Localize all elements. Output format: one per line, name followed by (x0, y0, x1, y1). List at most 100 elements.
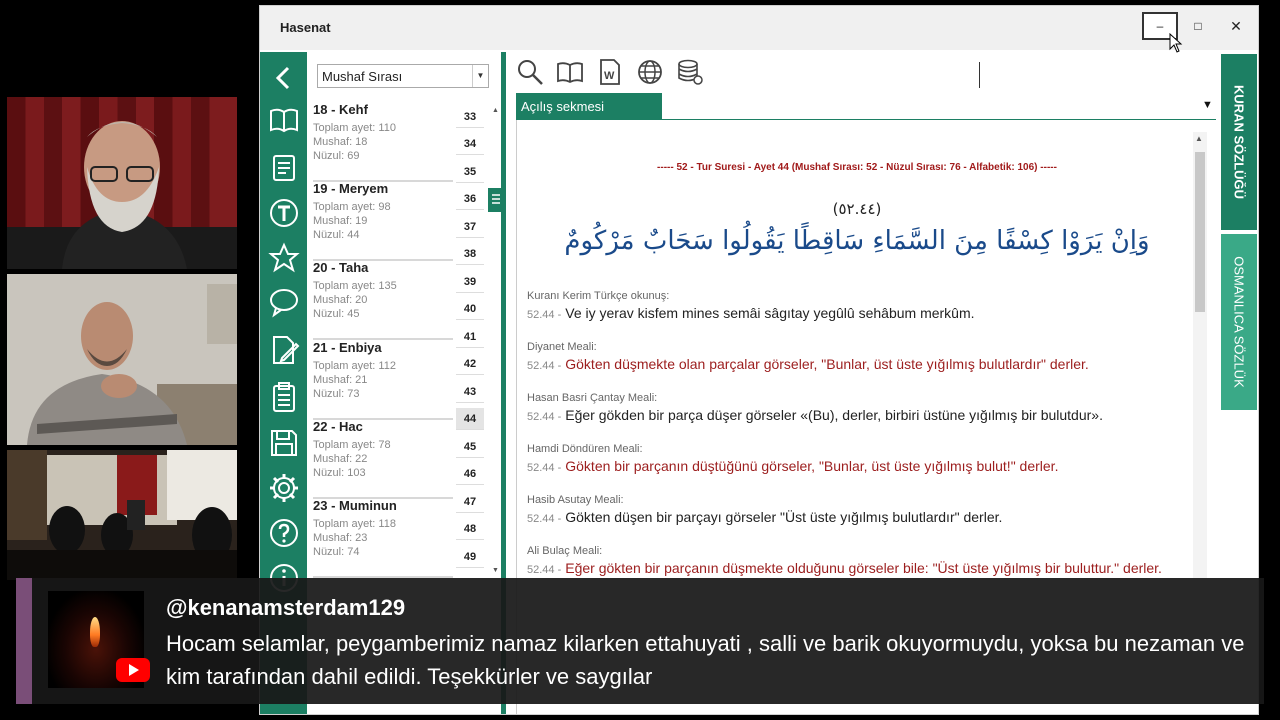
surah-list-item[interactable]: 19 - Meryem Toplam ayet: 98 Mushaf: 19 N… (313, 181, 453, 261)
meal-text: 52.44 - Gökten bir parçanın düştüğünü gör… (527, 457, 1197, 477)
close-icon: ✕ (1230, 17, 1242, 34)
meal-ref: 52.44 - (527, 564, 562, 576)
scroll-up-icon[interactable]: ▲ (1195, 134, 1203, 143)
meal-body: Eğer gökten bir parçanın düşmekte olduğu… (565, 560, 1162, 576)
surah-list-item[interactable]: 22 - Hac Toplam ayet: 78 Mushaf: 22 Nüzu… (313, 419, 453, 499)
meal-body: Ve iy yerav kisfem mines semâi sâgıtay y… (565, 305, 975, 321)
surah-list-item[interactable]: 18 - Kehf Toplam ayet: 110 Mushaf: 18 Nü… (313, 102, 453, 182)
star-icon[interactable] (266, 240, 302, 276)
open-book-icon[interactable] (556, 58, 584, 86)
ayah-number-item[interactable]: 41 (456, 326, 484, 348)
arabic-verse-text: وَاِنْ يَرَوْا كِسْفًا مِنَ السَّمَاءِ س… (564, 226, 1150, 256)
mouse-cursor-icon (1169, 33, 1183, 53)
meal-label: Ali Bulaç Meali: (527, 545, 603, 557)
ayah-number-item[interactable]: 42 (456, 353, 484, 375)
surah-nuzul-order: Nüzul: 73 (313, 388, 360, 400)
save-icon[interactable] (266, 425, 302, 461)
surah-total-ayah: Toplam ayet: 78 (313, 439, 391, 451)
arabic-verse-number: (٥٢.٤٤) (832, 200, 882, 218)
surah-name: 18 - Kehf (313, 102, 368, 117)
book-icon[interactable] (266, 102, 302, 138)
surah-mushaf-order: Mushaf: 21 (313, 374, 368, 386)
meal-text: 52.44 - Eğer gökden bir parça düşer görse… (527, 406, 1197, 426)
surah-name: 22 - Hac (313, 419, 363, 434)
ayah-number-item[interactable]: 39 (456, 271, 484, 293)
meal-text: 52.44 - Ve iy yerav kisfem mines semâi sâ… (527, 304, 1197, 324)
ayah-number-item[interactable]: 43 (456, 381, 484, 403)
help-icon[interactable] (266, 515, 302, 551)
ayah-number-item[interactable]: 37 (456, 216, 484, 238)
close-button[interactable]: ✕ (1218, 12, 1254, 40)
surah-list-item[interactable]: 23 - Muminun Toplam ayet: 118 Mushaf: 23… (313, 498, 453, 578)
meal-label: Hasan Basri Çantay Meali: (527, 392, 658, 404)
chevron-down-icon[interactable]: ▼ (472, 65, 488, 87)
tab-kuran-sozlugu[interactable]: KURAN SÖZLÜĞÜ (1221, 54, 1257, 230)
scroll-up-icon[interactable]: ▲ (492, 107, 499, 114)
clipboard-icon[interactable] (266, 379, 302, 415)
scroll-down-icon[interactable]: ▼ (492, 567, 499, 574)
ayah-number-item[interactable]: 36 (456, 188, 484, 210)
meal-body: Gökten bir parçanın düştüğünü görseler, … (565, 458, 1059, 474)
surah-total-ayah: Toplam ayet: 112 (313, 360, 396, 372)
note-icon[interactable] (266, 150, 302, 186)
webcam-person-1 (7, 121, 237, 269)
ayah-number-item[interactable]: 35 (456, 161, 484, 183)
globe-icon[interactable] (636, 58, 664, 86)
ayah-number-item[interactable]: 34 (456, 133, 484, 155)
tab-dropdown-icon[interactable]: ▼ (1202, 99, 1213, 111)
sort-order-select[interactable]: Mushaf Sırası ▼ (317, 64, 489, 88)
surah-mushaf-order: Mushaf: 23 (313, 532, 368, 544)
meal-ref: 52.44 - (527, 360, 562, 372)
ayah-number-item[interactable]: 33 (456, 106, 484, 128)
tab-label: KURAN SÖZLÜĞÜ (1231, 84, 1247, 200)
title-bar[interactable]: Hasenat – □ ✕ (260, 6, 1258, 50)
ayah-number-item[interactable]: 47 (456, 491, 484, 513)
scrollbar-thumb[interactable] (1195, 152, 1205, 312)
surah-mushaf-order: Mushaf: 22 (313, 453, 368, 465)
ayah-number-item[interactable]: 46 (456, 463, 484, 485)
text-t-icon[interactable] (266, 195, 302, 231)
ayah-number-item[interactable]: 48 (456, 518, 484, 540)
edit-page-icon[interactable] (266, 332, 302, 368)
ayah-number-item[interactable]: 49 (456, 546, 484, 568)
live-chat-overlay: @kenanamsterdam129 Hocam selamlar, peyga… (16, 578, 1264, 704)
surah-name: 20 - Taha (313, 260, 369, 275)
webcam-feed-1 (7, 97, 237, 269)
svg-text:W: W (604, 70, 615, 82)
search-icon[interactable] (516, 58, 544, 86)
meal-body: Gökten düşmekte olan parçalar görseler, … (565, 356, 1089, 372)
webcam-feed-2 (7, 274, 237, 445)
tab-osmanlica-sozluk[interactable]: OSMANLICA SÖZLÜK (1221, 234, 1257, 410)
surah-name: 21 - Enbiya (313, 340, 382, 355)
chat-username: @kenanamsterdam129 (166, 595, 406, 620)
surah-name: 23 - Muminun (313, 498, 397, 513)
ayah-number-item[interactable]: 45 (456, 436, 484, 458)
tab-label: OSMANLICA SÖZLÜK (1231, 256, 1247, 388)
meal-ref: 52.44 - (527, 462, 562, 474)
maximize-button[interactable]: □ (1180, 12, 1216, 40)
surah-nuzul-order: Nüzul: 44 (313, 229, 360, 241)
chat-avatar (48, 591, 150, 688)
ayah-number-item-active[interactable]: 44 (456, 408, 484, 430)
back-icon[interactable] (266, 60, 302, 96)
surah-mushaf-order: Mushaf: 19 (313, 215, 368, 227)
chat-message: Hocam selamlar, peygamberimiz namaz kila… (166, 631, 1245, 689)
meal-label: Hasib Asutay Meali: (527, 494, 624, 506)
tab-acilis-sekmesi[interactable]: Açılış sekmesi (516, 93, 662, 120)
webcam-classroom (7, 450, 237, 580)
meal-ref: 52.44 - (527, 411, 562, 423)
surah-mushaf-order: Mushaf: 18 (313, 136, 368, 148)
surah-name: 19 - Meryem (313, 181, 389, 196)
surah-list-item[interactable]: 21 - Enbiya Toplam ayet: 112 Mushaf: 21 … (313, 340, 453, 420)
chat-bubble-icon[interactable] (266, 284, 302, 320)
right-dictionary-tabs: KURAN SÖZLÜĞÜ OSMANLICA SÖZLÜK (1221, 54, 1257, 414)
gear-icon[interactable] (266, 470, 302, 506)
ayah-number-item[interactable]: 38 (456, 243, 484, 265)
ayah-number-item[interactable]: 40 (456, 298, 484, 320)
word-doc-icon[interactable]: W (596, 58, 624, 86)
app-title: Hasenat (280, 20, 331, 35)
surah-list-item[interactable]: 20 - Taha Toplam ayet: 135 Mushaf: 20 Nü… (313, 260, 453, 340)
toolbar-separator (979, 62, 980, 88)
surah-nuzul-order: Nüzul: 45 (313, 308, 360, 320)
database-refresh-icon[interactable] (676, 58, 704, 86)
